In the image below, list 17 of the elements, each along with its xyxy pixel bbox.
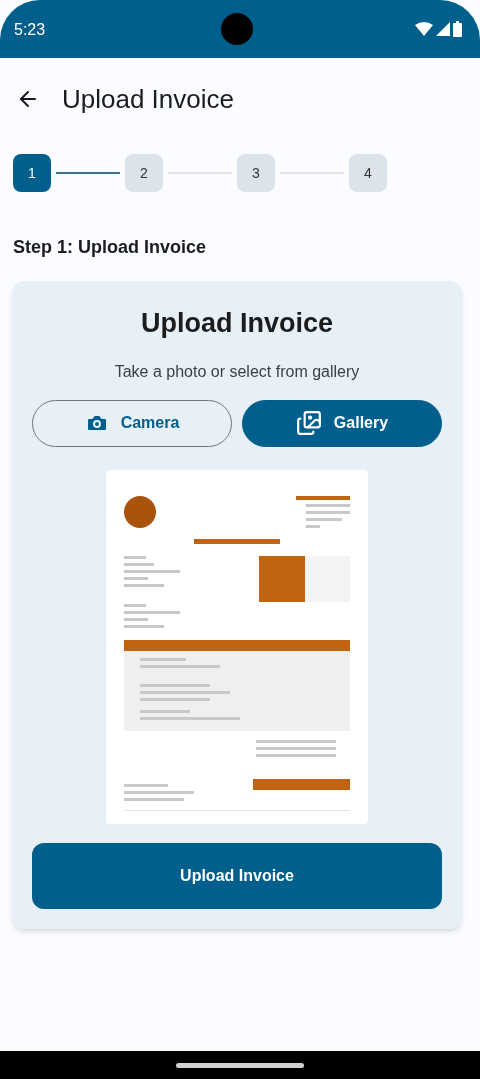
battery-icon [453, 21, 462, 37]
wifi-icon [415, 22, 433, 36]
card-subtitle: Take a photo or select from gallery [114, 361, 360, 382]
gallery-button[interactable]: Gallery [242, 399, 442, 447]
step-heading: Step 1: Upload Invoice [12, 236, 208, 259]
signal-icon [436, 22, 450, 36]
card-title: Upload Invoice [140, 307, 333, 340]
step-indicator: 2 [125, 154, 163, 192]
home-indicator[interactable] [176, 1062, 304, 1068]
screen-title: Upload Invoice [62, 82, 234, 116]
step-indicator: 3 [237, 154, 275, 192]
upload-invoice-button[interactable]: Upload Invoice [32, 842, 442, 909]
gallery-icon [295, 410, 322, 436]
step-indicator: 1 [13, 154, 51, 192]
status-time: 5:23 [14, 20, 46, 40]
camera-cutout [221, 13, 253, 45]
step-indicator: 4 [349, 154, 387, 192]
